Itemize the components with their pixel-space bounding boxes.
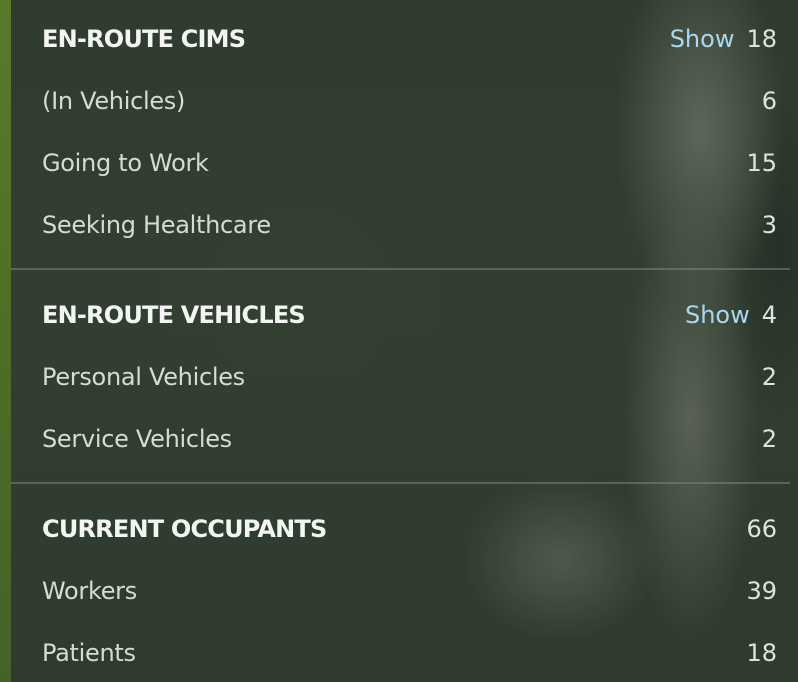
row-count: 6 — [761, 87, 777, 115]
enroute-vehicles-title: EN-ROUTE VEHICLES — [42, 301, 306, 329]
row-label: Patients — [42, 639, 136, 667]
row-count: 15 — [746, 149, 777, 177]
row-count: 2 — [761, 425, 777, 453]
row-count: 39 — [746, 577, 777, 605]
list-item: Workers 39 — [11, 571, 787, 611]
section-divider — [11, 482, 790, 484]
current-occupants-count: 66 — [746, 515, 777, 543]
section-divider — [11, 268, 790, 270]
list-item: Seeking Healthcare 3 — [11, 205, 787, 245]
row-label: Seeking Healthcare — [42, 211, 271, 239]
list-item: Going to Work 15 — [11, 143, 787, 183]
enroute-cims-header: EN-ROUTE CIMS Show 18 — [11, 19, 787, 59]
list-item: Patients 18 — [11, 633, 787, 673]
list-item: Personal Vehicles 2 — [11, 357, 787, 397]
list-item: Service Vehicles 2 — [11, 419, 787, 459]
row-label: Personal Vehicles — [42, 363, 245, 391]
row-count: 3 — [761, 211, 777, 239]
row-label: Service Vehicles — [42, 425, 232, 453]
current-occupants-header: CURRENT OCCUPANTS 66 — [11, 509, 787, 549]
current-occupants-title: CURRENT OCCUPANTS — [42, 515, 327, 543]
list-item: (In Vehicles) 6 — [11, 81, 787, 121]
enroute-cims-show-link[interactable]: Show — [670, 25, 735, 53]
row-label: (In Vehicles) — [42, 87, 186, 115]
enroute-vehicles-show-link[interactable]: Show — [685, 301, 750, 329]
row-count: 18 — [746, 639, 777, 667]
enroute-vehicles-count: 4 — [761, 301, 777, 329]
enroute-vehicles-header: EN-ROUTE VEHICLES Show 4 — [11, 295, 787, 335]
panel-edge — [0, 0, 11, 682]
row-label: Going to Work — [42, 149, 209, 177]
enroute-cims-count: 18 — [746, 25, 777, 53]
row-label: Workers — [42, 577, 137, 605]
row-count: 2 — [761, 363, 777, 391]
enroute-cims-title: EN-ROUTE CIMS — [42, 25, 246, 53]
